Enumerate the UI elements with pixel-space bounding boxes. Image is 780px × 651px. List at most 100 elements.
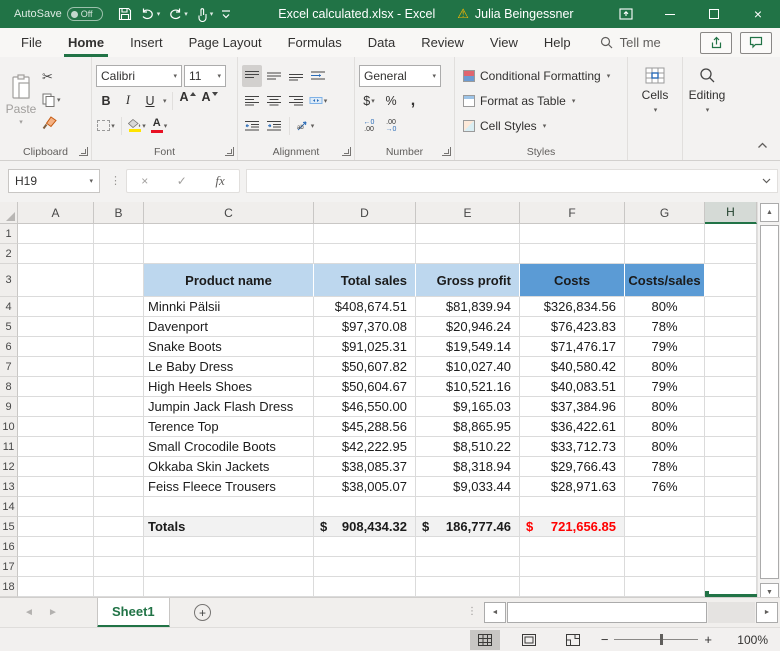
merge-center-button[interactable]: ▾	[308, 90, 328, 112]
tab-home[interactable]: Home	[55, 28, 117, 57]
cell-B3[interactable]	[94, 264, 144, 297]
cell-F8[interactable]: $40,083.51	[520, 377, 625, 397]
top-align-button[interactable]	[242, 64, 262, 87]
cell-H15[interactable]	[705, 517, 757, 537]
cell-E4[interactable]: $81,839.94	[416, 297, 520, 317]
cell-B9[interactable]	[94, 397, 144, 417]
tell-me-box[interactable]: Tell me	[600, 28, 661, 57]
cell-G13[interactable]: 76%	[625, 477, 705, 497]
increase-decimal-button[interactable]: ←0.00	[359, 115, 379, 137]
cell-F5[interactable]: $76,423.83	[520, 317, 625, 337]
font-color-button[interactable]: A ▾	[149, 115, 169, 137]
cell-E10[interactable]: $8,865.95	[416, 417, 520, 437]
row-header-18[interactable]: 18	[0, 577, 18, 597]
cell-H6[interactable]	[705, 337, 757, 357]
cell-G12[interactable]: 78%	[625, 457, 705, 477]
cell-B16[interactable]	[94, 537, 144, 557]
font-size-select[interactable]: 11 ▾	[184, 64, 226, 87]
zoom-slider[interactable]	[614, 634, 699, 645]
cell-D3[interactable]: Total sales	[314, 264, 416, 297]
cell-F13[interactable]: $28,971.63	[520, 477, 625, 497]
cell-H3[interactable]	[705, 264, 757, 297]
row-header-4[interactable]: 4	[0, 297, 18, 317]
cell-C17[interactable]	[144, 557, 314, 577]
row-header-14[interactable]: 14	[0, 497, 18, 517]
cell-C13[interactable]: Feiss Fleece Trousers	[144, 477, 314, 497]
cell-E6[interactable]: $19,549.14	[416, 337, 520, 357]
row-header-12[interactable]: 12	[0, 457, 18, 477]
cell-B10[interactable]	[94, 417, 144, 437]
cell-D17[interactable]	[314, 557, 416, 577]
cell-E15[interactable]: $186,777.46	[416, 517, 520, 537]
format-as-table-button[interactable]: Format as Table ▾	[459, 88, 623, 113]
cell-D5[interactable]: $97,370.08	[314, 317, 416, 337]
cell-H1[interactable]	[705, 224, 757, 244]
cell-G5[interactable]: 78%	[625, 317, 705, 337]
horizontal-scroll-thumb[interactable]	[507, 602, 707, 623]
cell-G16[interactable]	[625, 537, 705, 557]
name-box[interactable]: H19 ▾	[8, 169, 100, 193]
cell-E11[interactable]: $8,510.22	[416, 437, 520, 457]
customize-qat-button[interactable]	[220, 9, 232, 19]
cell-A1[interactable]	[18, 224, 94, 244]
scroll-right-button[interactable]: ►	[756, 602, 778, 623]
horizontal-scroll-track[interactable]	[708, 602, 755, 623]
maximize-button[interactable]	[692, 0, 736, 28]
cell-F1[interactable]	[520, 224, 625, 244]
cell-A12[interactable]	[18, 457, 94, 477]
cell-B4[interactable]	[94, 297, 144, 317]
align-left-button[interactable]	[242, 90, 262, 112]
share-button[interactable]	[700, 31, 732, 54]
decrease-font-size-button[interactable]: A	[200, 90, 220, 112]
cell-F17[interactable]	[520, 557, 625, 577]
cell-F16[interactable]	[520, 537, 625, 557]
cell-G3[interactable]: Costs/sales	[625, 264, 705, 297]
cell-D11[interactable]: $42,222.95	[314, 437, 416, 457]
cell-E3[interactable]: Gross profit	[416, 264, 520, 297]
cell-C14[interactable]	[144, 497, 314, 517]
comments-button[interactable]	[740, 31, 772, 54]
cell-G14[interactable]	[625, 497, 705, 517]
cell-D16[interactable]	[314, 537, 416, 557]
cell-B17[interactable]	[94, 557, 144, 577]
row-header-5[interactable]: 5	[0, 317, 18, 337]
column-header-B[interactable]: B	[94, 202, 144, 224]
cell-B18[interactable]	[94, 577, 144, 597]
row-header-8[interactable]: 8	[0, 377, 18, 397]
cell-E5[interactable]: $20,946.24	[416, 317, 520, 337]
tab-page-layout[interactable]: Page Layout	[176, 28, 275, 57]
cell-D4[interactable]: $408,674.51	[314, 297, 416, 317]
ribbon-display-options-button[interactable]	[604, 0, 648, 28]
cell-E13[interactable]: $9,033.44	[416, 477, 520, 497]
cell-C7[interactable]: Le Baby Dress	[144, 357, 314, 377]
cell-B14[interactable]	[94, 497, 144, 517]
cell-A15[interactable]	[18, 517, 94, 537]
autosave-control[interactable]: AutoSave Off	[14, 7, 103, 21]
row-header-15[interactable]: 15	[0, 517, 18, 537]
account-area[interactable]: ⚠ Julia Beingessner	[457, 6, 573, 22]
vertical-scrollbar[interactable]: ▲ ▼	[757, 202, 780, 604]
tab-review[interactable]: Review	[408, 28, 477, 57]
conditional-formatting-button[interactable]: Conditional Formatting ▾	[459, 63, 623, 88]
close-button[interactable]: ×	[736, 0, 780, 28]
cell-styles-button[interactable]: Cell Styles ▾	[459, 113, 623, 138]
redo-dropdown[interactable]: ▾	[184, 10, 188, 18]
column-header-H[interactable]: H	[705, 202, 757, 224]
formula-bar-expand-icon[interactable]	[762, 178, 771, 184]
cell-H10[interactable]	[705, 417, 757, 437]
cell-E17[interactable]	[416, 557, 520, 577]
cell-A10[interactable]	[18, 417, 94, 437]
borders-button[interactable]: ▾	[96, 115, 116, 137]
number-format-select[interactable]: General ▾	[359, 64, 441, 87]
cell-A18[interactable]	[18, 577, 94, 597]
normal-view-button[interactable]	[469, 629, 500, 650]
name-box-splitter[interactable]: ⋮	[110, 174, 121, 187]
cell-H8[interactable]	[705, 377, 757, 397]
cell-G2[interactable]	[625, 244, 705, 264]
align-center-button[interactable]	[264, 90, 284, 112]
cell-E1[interactable]	[416, 224, 520, 244]
cell-F9[interactable]: $37,384.96	[520, 397, 625, 417]
format-painter-button[interactable]	[42, 113, 61, 133]
column-header-E[interactable]: E	[416, 202, 520, 224]
tab-view[interactable]: View	[477, 28, 531, 57]
